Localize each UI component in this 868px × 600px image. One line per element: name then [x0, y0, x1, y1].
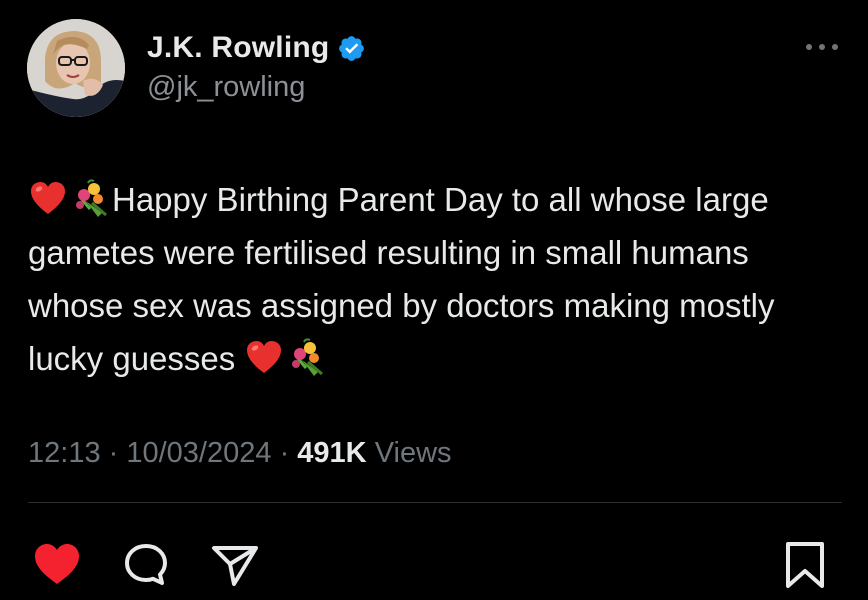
tweet-date[interactable]: 10/03/2024 [126, 437, 271, 469]
red-heart-emoji [28, 179, 68, 219]
dot [819, 44, 825, 50]
heart-filled-icon [35, 544, 79, 584]
dot [806, 44, 812, 50]
author-name-row[interactable]: J.K. Rowling [147, 30, 366, 66]
share-button[interactable] [210, 540, 260, 590]
bouquet-emoji [72, 179, 112, 219]
tweet-text: Happy Birthing Parent Day to all whose l… [28, 181, 775, 377]
meta-separator: · [271, 437, 298, 469]
tweet-text-container: Happy Birthing Parent Day to all whose l… [28, 173, 848, 385]
divider [28, 502, 842, 503]
bookmark-button[interactable] [780, 540, 830, 590]
meta-separator: · [100, 437, 127, 469]
avatar[interactable] [27, 19, 125, 117]
tweet-time[interactable]: 12:13 [28, 437, 101, 469]
dot [832, 44, 838, 50]
display-name[interactable]: J.K. Rowling [147, 31, 329, 65]
paper-plane-icon [212, 546, 258, 586]
bouquet-emoji [288, 338, 328, 378]
verified-badge-icon [337, 34, 366, 63]
profile-photo [27, 19, 125, 117]
views-count[interactable]: 491K [297, 437, 366, 469]
more-options-icon[interactable] [806, 40, 838, 54]
author-handle[interactable]: @jk_rowling [147, 71, 305, 104]
speech-bubble-icon [125, 544, 167, 585]
tweet-meta: 12:13 · 10/03/2024 · 491K Views [28, 437, 452, 470]
red-heart-emoji [244, 338, 284, 378]
views-label: Views [374, 437, 452, 469]
bookmark-icon [786, 542, 824, 588]
reply-button[interactable] [122, 540, 172, 590]
like-button[interactable] [32, 540, 82, 590]
